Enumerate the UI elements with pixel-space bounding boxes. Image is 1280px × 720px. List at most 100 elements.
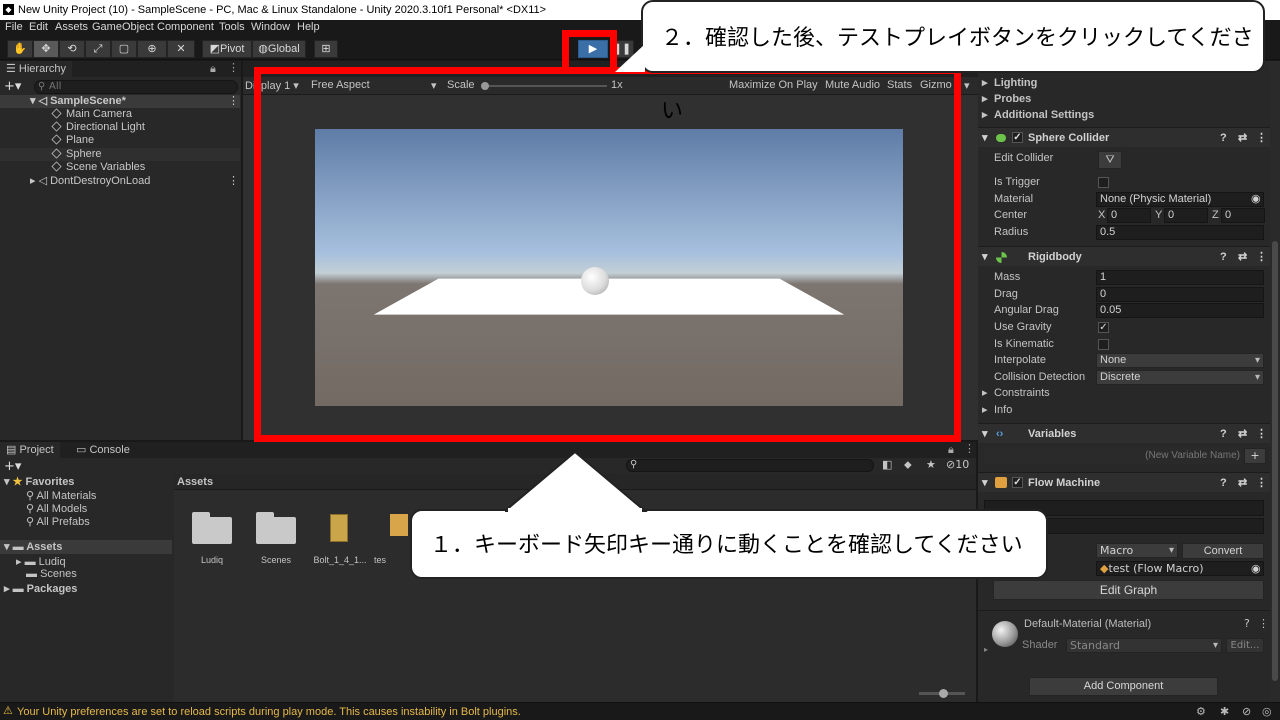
rigidbody-header[interactable]: ▾ Rigidbody ? ⇄ ⋮ [978, 246, 1270, 266]
center-y-field[interactable]: 0 [1164, 208, 1208, 223]
scale-tool-button[interactable]: ⤢ [85, 40, 111, 58]
help-icon[interactable]: ? [1220, 247, 1227, 267]
inspector-scrollbar-thumb[interactable] [1272, 241, 1278, 681]
menu-window[interactable]: Window [251, 21, 290, 33]
project-lock-icon[interactable]: 🔒︎ [948, 443, 954, 457]
dontdestroy-menu-icon[interactable]: ⋮ [228, 175, 239, 188]
edit-collider-button[interactable]: ⛛ [1098, 151, 1122, 169]
info-foldout[interactable]: ▸ Info [978, 402, 1270, 418]
rect-tool-button[interactable]: ▢ [111, 40, 137, 58]
help-icon[interactable]: ? [1220, 424, 1227, 444]
progress-icon[interactable]: ⚙ [1196, 705, 1206, 718]
hierarchy-item-directional-light[interactable]: Directional Light [0, 121, 240, 134]
flow-source-select[interactable]: Macro [1096, 543, 1178, 558]
hierarchy-item-main-camera[interactable]: Main Camera [0, 108, 240, 121]
more-menu-icon[interactable]: ⋮ [228, 61, 239, 74]
flow-macro-field[interactable]: ◆test (Flow Macro) ◉ [1096, 561, 1264, 576]
edit-graph-button[interactable]: Edit Graph [993, 580, 1264, 600]
status-message[interactable]: Your Unity preferences are set to reload… [17, 706, 521, 718]
is-kinematic-checkbox[interactable] [1098, 339, 1109, 350]
drag-field[interactable]: 0 [1096, 287, 1264, 302]
scene-root[interactable]: ▾ ◁ SampleScene* ⋮ [0, 95, 240, 108]
folder-icon[interactable] [192, 512, 232, 544]
preset-icon[interactable]: ⇄ [1238, 247, 1247, 267]
sphere-collider-header[interactable]: ▾ ✓ Sphere Collider ? ⇄ ⋮ [978, 127, 1270, 147]
component-menu-icon[interactable]: ⋮ [1258, 617, 1269, 630]
preset-icon[interactable]: ⇄ [1238, 128, 1247, 148]
menu-edit[interactable]: Edit [29, 21, 48, 33]
is-trigger-checkbox[interactable] [1098, 177, 1109, 188]
menu-file[interactable]: File [5, 21, 23, 33]
custom-tool-button[interactable]: ✕ [167, 40, 195, 58]
tab-hierarchy[interactable]: ☰ Hierarchy [0, 61, 72, 77]
component-menu-icon[interactable]: ⋮ [1256, 473, 1267, 493]
use-gravity-checkbox[interactable]: ✓ [1098, 322, 1109, 333]
project-more-icon[interactable]: ⋮ [964, 442, 975, 455]
grid-snap-button[interactable]: ⊞ [314, 40, 338, 58]
folder-ludiq[interactable]: ▸ ▬ Ludiq [16, 555, 66, 568]
hierarchy-item-dontdestroyonload[interactable]: ▸ ◁ DontDestroyOnLoad ⋮ [0, 175, 240, 188]
physic-material-field[interactable]: None (Physic Material) ◉ [1096, 192, 1264, 207]
gizmos-dropdown-icon[interactable]: ▾ [964, 79, 970, 92]
preset-icon[interactable]: ⇄ [1238, 424, 1247, 444]
scene-menu-icon[interactable]: ⋮ [228, 95, 239, 108]
mass-field[interactable]: 1 [1096, 270, 1264, 285]
fav-all-materials[interactable]: ⚲ All Materials [26, 489, 96, 502]
grid-item-test[interactable]: tes [374, 555, 414, 565]
rotate-tool-button[interactable]: ⟲ [59, 40, 85, 58]
help-icon[interactable]: ? [1220, 473, 1227, 493]
pivot-toggle[interactable]: ◩Pivot [202, 40, 252, 58]
add-variable-button[interactable]: + [1244, 448, 1266, 464]
hierarchy-item-scene-variables[interactable]: Scene Variables [0, 161, 240, 174]
cloud-icon[interactable]: ◎ [1262, 705, 1272, 718]
tab-console[interactable]: ▭ Console [70, 442, 136, 458]
favorite-star-icon[interactable]: ★ [926, 458, 936, 471]
create-asset-button[interactable]: +▾ [4, 459, 21, 474]
folder-icon[interactable] [256, 512, 296, 544]
filter-by-type-icon[interactable]: ◧ [882, 458, 892, 471]
variables-header[interactable]: ▾ ‹› Variables ? ⇄ ⋮ [978, 423, 1270, 443]
interpolate-select[interactable]: None [1096, 353, 1264, 368]
lock-icon[interactable]: 🔒︎ [210, 62, 216, 76]
collab-icon[interactable]: ⊘ [1242, 705, 1251, 718]
menu-tools[interactable]: Tools [219, 21, 245, 33]
hierarchy-item-sphere[interactable]: Sphere [0, 148, 240, 161]
foldout-arrow-icon[interactable]: ▸ [984, 645, 988, 654]
convert-button[interactable]: Convert [1182, 543, 1264, 559]
angular-drag-field[interactable]: 0.05 [1096, 303, 1264, 318]
add-object-button[interactable]: +▾ [4, 79, 21, 94]
grid-item-bolt[interactable]: Bolt_1_4_1... [305, 555, 375, 565]
favorites-item[interactable]: ▾ ★ Favorites [4, 475, 74, 488]
global-toggle[interactable]: ◍Global [252, 40, 306, 58]
grid-item-scenes[interactable]: Scenes [241, 555, 311, 565]
constraints-foldout[interactable]: ▸ Constraints [978, 385, 1270, 401]
transform-tool-button[interactable]: ⊕ [137, 40, 167, 58]
component-menu-icon[interactable]: ⋮ [1256, 247, 1267, 267]
icon-size-slider[interactable] [919, 689, 965, 698]
component-menu-icon[interactable]: ⋮ [1256, 128, 1267, 148]
flow-machine-header[interactable]: ▾ ✓ Flow Machine ? ⇄ ⋮ [978, 472, 1270, 492]
sphere-collider-enabled-checkbox[interactable]: ✓ [1012, 132, 1023, 143]
center-z-field[interactable]: 0 [1221, 208, 1265, 223]
probes-foldout[interactable]: ▸ Probes [978, 91, 1270, 107]
component-menu-icon[interactable]: ⋮ [1256, 424, 1267, 444]
preset-icon[interactable]: ⇄ [1238, 473, 1247, 493]
new-variable-name-input[interactable]: (New Variable Name) [984, 448, 1242, 464]
icon-size-slider-handle[interactable] [939, 689, 948, 698]
collision-detection-select[interactable]: Discrete [1096, 370, 1264, 385]
lighting-foldout[interactable]: ▸ Lighting [978, 75, 1270, 91]
shader-edit-button[interactable]: Edit... [1226, 638, 1264, 653]
menu-gameobject[interactable]: GameObject [92, 21, 154, 33]
hierarchy-search-input[interactable]: ⚲ All [34, 80, 238, 94]
add-component-button[interactable]: Add Component [1029, 677, 1218, 696]
assets-folder-item[interactable]: ▾ ▬ Assets [0, 540, 172, 554]
tab-project[interactable]: ▤ Project [0, 442, 60, 458]
object-picker-icon[interactable]: ◉ [1251, 562, 1261, 575]
hand-tool-button[interactable]: ✋ [7, 40, 33, 58]
move-tool-button[interactable]: ✥ [33, 40, 59, 58]
help-icon[interactable]: ? [1244, 617, 1250, 630]
flow-machine-enabled-checkbox[interactable]: ✓ [1012, 477, 1023, 488]
macro-asset-icon[interactable] [390, 514, 408, 536]
debug-mode-icon[interactable]: ✱ [1220, 705, 1229, 718]
radius-field[interactable]: 0.5 [1096, 225, 1264, 240]
